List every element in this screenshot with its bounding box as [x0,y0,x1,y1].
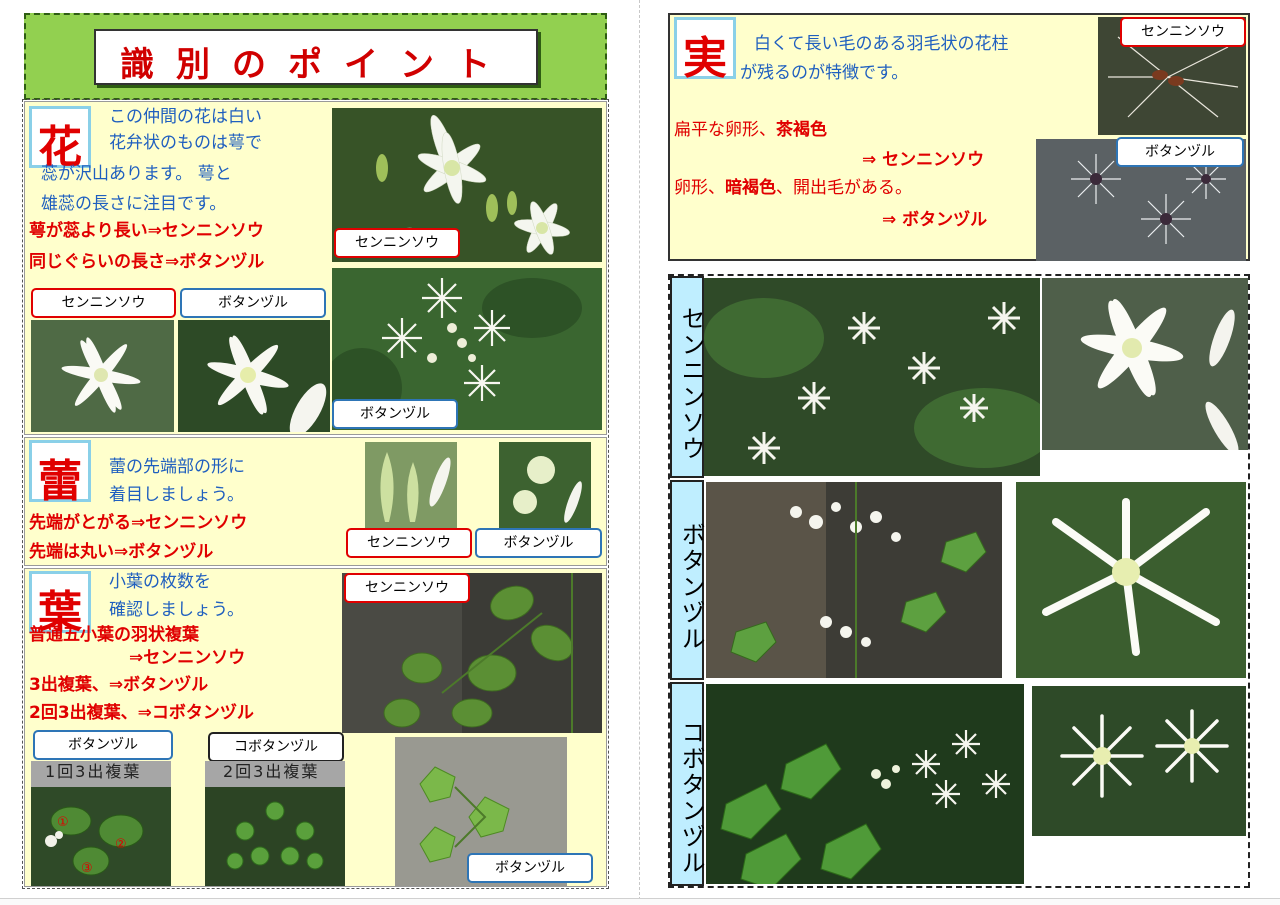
gallery-side-label-kobotan: コボタンヅル [670,682,705,886]
gallery-botan-photo-2 [1016,482,1246,678]
label-sennin-fruit: センニンソウ [1120,17,1246,47]
fruit-rule-2-prefix: 卵形、 [674,178,725,198]
fruit-rule-1: 扁平な卵形、茶褐色 [674,117,827,144]
gallery-kobotan-photo-1 [706,684,1024,884]
fruit-rule-1-result: ⇒ センニンソウ [862,150,985,170]
fruit-rule-2-suffix: 、開出毛がある。 [776,178,912,198]
page-title: 識別のポイント [120,45,512,85]
fruit-rule-2-color: 暗褐色 [725,178,776,198]
gallery-sennin-photo-2 [1042,278,1248,450]
fruit-desc-1: 白くて長い毛のある羽毛状の花柱 [754,34,1009,54]
gallery-botan-image-1 [706,482,1002,678]
gallery-kobotan-image-1 [706,684,1024,884]
title-box: 識別のポイント [94,29,538,85]
left-page-frame [22,99,609,889]
fruit-rule-1-prefix: 扁平な卵形、 [674,120,776,140]
fruit-rule-2: 卵形、暗褐色、開出毛がある。 [674,175,912,202]
gallery-row2-label: ボタンヅル [677,522,705,652]
gallery-sennin-image-1 [704,278,1040,476]
fruit-kanji: 実 [683,33,727,84]
left-page: 識別のポイント 花 この仲間の花は白い 花弁状のものは萼で 蕊が沢山あります。 … [0,0,640,905]
right-page: 実 白くて長い毛のある羽毛状の花柱 が残るのが特徴です。 扁平な卵形、茶褐色 ⇒… [640,0,1280,905]
title-banner: 識別のポイント [24,13,607,100]
fruit-rule-2-result: ⇒ ボタンヅル [882,210,988,230]
gallery-row3-label: コボタンヅル [677,720,705,876]
gallery-botan-image-2 [1016,482,1246,678]
fruit-desc-2: が残るのが特徴です。 [740,63,909,83]
label-botan-fruit: ボタンヅル [1116,137,1244,167]
gallery-kobotan-image-2 [1032,686,1246,836]
gallery-botan-photo-1 [706,482,1002,678]
fruit-rule-1-color: 茶褐色 [776,120,827,140]
gallery-side-label-sennin: センニンソウ [670,276,705,478]
gallery-sennin-image-2 [1042,278,1248,450]
page-divider [639,0,640,905]
fruit-section: 実 白くて長い毛のある羽毛状の花柱 が残るのが特徴です。 扁平な卵形、茶褐色 ⇒… [668,13,1250,261]
gallery-side-label-botan: ボタンヅル [670,480,705,680]
gallery-sennin-photo-1 [704,278,1040,476]
gallery-kobotan-photo-2 [1032,686,1246,836]
fruit-kanji-box: 実 [674,17,736,84]
page-bottom-edge [0,898,1280,905]
